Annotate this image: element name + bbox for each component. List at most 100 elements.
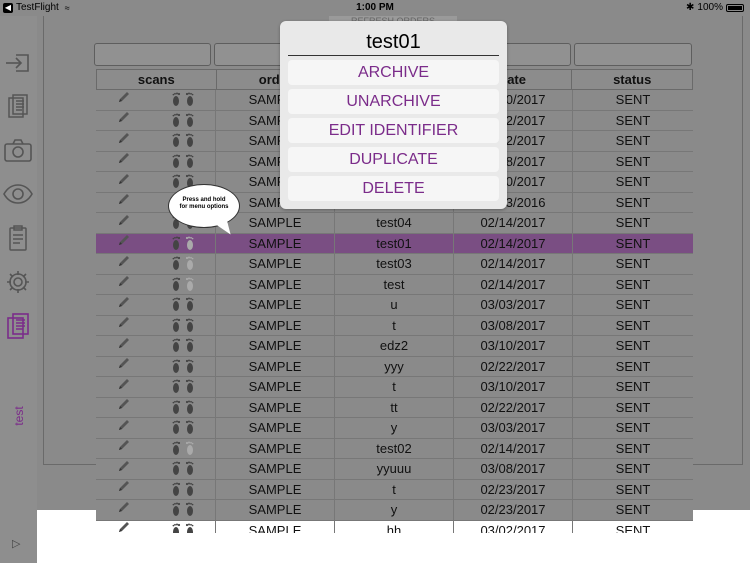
- scans-cell[interactable]: [96, 274, 216, 295]
- table-row[interactable]: SAMPLE t 03/08/2017 SENT: [96, 315, 693, 336]
- table-row[interactable]: SAMPLE edz2 03/10/2017 SENT: [96, 336, 693, 357]
- scans-cell[interactable]: [96, 377, 216, 397]
- scans-cell[interactable]: [96, 295, 216, 315]
- feet-scan-icon[interactable]: [172, 113, 194, 128]
- table-row[interactable]: SAMPLE yyuuu 03/08/2017 SENT: [96, 459, 693, 480]
- edit-pencil-icon[interactable]: [117, 193, 131, 213]
- scans-cell[interactable]: [96, 500, 216, 520]
- edit-pencil-icon[interactable]: [117, 152, 131, 172]
- header-status[interactable]: status: [572, 70, 692, 89]
- clipboard-list-icon[interactable]: [3, 92, 33, 122]
- feet-scan-icon[interactable]: [172, 277, 194, 292]
- edit-pencil-icon[interactable]: [117, 111, 131, 131]
- edit-pencil-icon[interactable]: [117, 418, 131, 438]
- scans-cell[interactable]: [96, 315, 216, 336]
- edit-pencil-icon[interactable]: [117, 357, 131, 377]
- table-row[interactable]: SAMPLE t 03/10/2017 SENT: [96, 377, 693, 398]
- scans-cell[interactable]: [96, 479, 216, 500]
- edit-identifier-button[interactable]: EDIT IDENTIFIER: [288, 118, 499, 143]
- scans-cell[interactable]: [96, 131, 216, 151]
- clipboard-icon[interactable]: [3, 223, 33, 253]
- feet-scan-icon[interactable]: [172, 482, 194, 497]
- identifier-cell: t: [335, 479, 454, 499]
- feet-scan-icon[interactable]: [172, 461, 194, 476]
- feet-scan-icon[interactable]: [172, 502, 194, 517]
- edit-pencil-icon[interactable]: [117, 275, 131, 295]
- identifier-cell: t: [335, 315, 454, 335]
- unarchive-button[interactable]: UNARCHIVE: [288, 89, 499, 114]
- edit-pencil-icon[interactable]: [117, 398, 131, 418]
- scans-cell[interactable]: [96, 233, 216, 254]
- feet-scan-icon[interactable]: [172, 338, 194, 353]
- status-cell: SENT: [615, 194, 651, 210]
- scans-cell[interactable]: [96, 254, 216, 274]
- scans-cell[interactable]: [96, 438, 216, 459]
- table-row[interactable]: SAMPLE y 02/23/2017 SENT: [96, 500, 693, 521]
- table-row-selected[interactable]: SAMPLE test01 02/14/2017 SENT: [96, 233, 693, 254]
- delete-button[interactable]: DELETE: [288, 176, 499, 201]
- feet-scan-icon[interactable]: [172, 523, 194, 533]
- date-cell: 02/14/2017: [454, 254, 573, 274]
- edit-pencil-icon[interactable]: [117, 295, 131, 315]
- feet-scan-icon[interactable]: [172, 133, 194, 148]
- scans-cell[interactable]: [96, 459, 216, 479]
- table-row[interactable]: SAMPLE y 03/03/2017 SENT: [96, 418, 693, 439]
- feet-scan-icon[interactable]: [172, 359, 194, 374]
- edit-pencil-icon[interactable]: [117, 234, 131, 254]
- feet-scan-icon[interactable]: [172, 318, 194, 333]
- edit-pencil-icon[interactable]: [117, 213, 131, 233]
- filter-status[interactable]: [574, 43, 692, 66]
- scans-cell[interactable]: [96, 418, 216, 438]
- feet-scan-icon[interactable]: [172, 441, 194, 456]
- edit-pencil-icon[interactable]: [117, 254, 131, 274]
- play-icon[interactable]: ▷: [12, 537, 20, 550]
- feet-scan-icon[interactable]: [172, 420, 194, 435]
- scans-cell[interactable]: [96, 336, 216, 356]
- scans-cell[interactable]: [96, 151, 216, 172]
- orders-clipboard-icon[interactable]: [3, 311, 33, 341]
- table-row[interactable]: SAMPLE test02 02/14/2017 SENT: [96, 438, 693, 459]
- edit-pencil-icon[interactable]: [117, 172, 131, 192]
- edit-pencil-icon[interactable]: [117, 480, 131, 500]
- feet-scan-icon[interactable]: [172, 236, 194, 251]
- feet-scan-icon[interactable]: [172, 92, 194, 107]
- duplicate-button[interactable]: DUPLICATE: [288, 147, 499, 172]
- edit-pencil-icon[interactable]: [117, 316, 131, 336]
- scans-cell[interactable]: [96, 520, 216, 534]
- feet-scan-icon[interactable]: [172, 297, 194, 312]
- edit-pencil-icon[interactable]: [117, 131, 131, 151]
- filter-scans[interactable]: [94, 43, 211, 66]
- camera-icon[interactable]: [3, 136, 33, 166]
- edit-pencil-icon[interactable]: [117, 500, 131, 520]
- order-cell: SAMPLE: [216, 418, 335, 438]
- header-scans[interactable]: scans: [97, 70, 217, 89]
- table-row[interactable]: SAMPLE t 02/23/2017 SENT: [96, 479, 693, 500]
- table-row[interactable]: SAMPLE hh 03/02/2017 SENT: [96, 520, 693, 534]
- eye-icon[interactable]: [3, 179, 33, 209]
- status-cell: SENT: [615, 235, 651, 251]
- feet-scan-icon[interactable]: [172, 379, 194, 394]
- edit-pencil-icon[interactable]: [117, 439, 131, 459]
- scans-cell[interactable]: [96, 356, 216, 377]
- feet-scan-icon[interactable]: [172, 400, 194, 415]
- feet-scan-icon[interactable]: [172, 256, 194, 271]
- edit-pencil-icon[interactable]: [117, 90, 131, 110]
- gear-icon[interactable]: [3, 267, 33, 297]
- scans-cell[interactable]: [96, 110, 216, 131]
- table-row[interactable]: SAMPLE tt 02/22/2017 SENT: [96, 397, 693, 418]
- edit-pencil-icon[interactable]: [117, 336, 131, 356]
- edit-pencil-icon[interactable]: [117, 521, 131, 534]
- table-row[interactable]: SAMPLE yyy 02/22/2017 SENT: [96, 356, 693, 377]
- login-icon[interactable]: [3, 48, 33, 78]
- order-cell: SAMPLE: [216, 254, 335, 274]
- edit-pencil-icon[interactable]: [117, 459, 131, 479]
- feet-scan-icon[interactable]: [172, 154, 194, 169]
- archive-button[interactable]: ARCHIVE: [288, 60, 499, 85]
- table-row[interactable]: SAMPLE test03 02/14/2017 SENT: [96, 254, 693, 275]
- scans-cell[interactable]: [96, 90, 216, 110]
- edit-pencil-icon[interactable]: [117, 377, 131, 397]
- scans-cell[interactable]: [96, 397, 216, 418]
- table-row[interactable]: SAMPLE u 03/03/2017 SENT: [96, 295, 693, 316]
- table-row[interactable]: SAMPLE test 02/14/2017 SENT: [96, 274, 693, 295]
- sidebar-user-label: test: [12, 406, 26, 426]
